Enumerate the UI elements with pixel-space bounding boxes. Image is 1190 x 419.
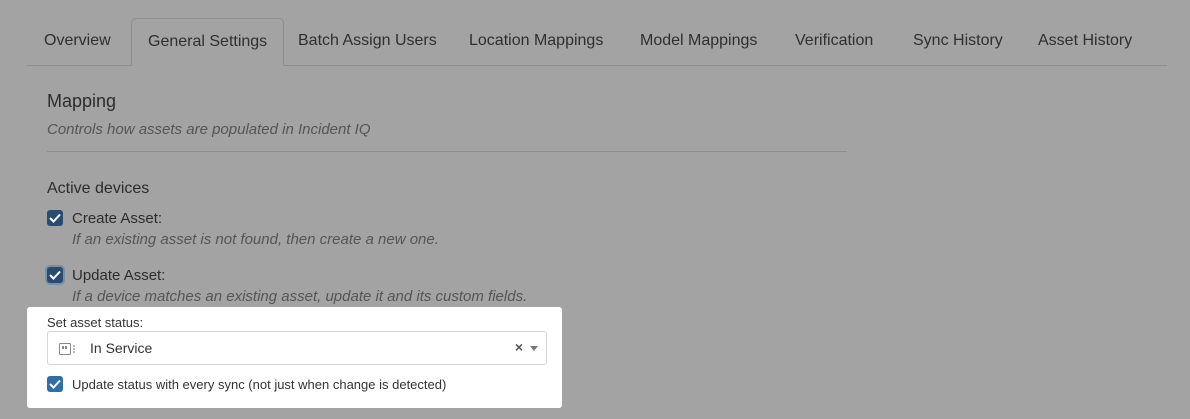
clear-icon[interactable]: ×	[515, 339, 523, 355]
tab-batch-assign-users[interactable]: Batch Assign Users	[298, 18, 437, 64]
tab-general-settings[interactable]: General Settings	[131, 18, 285, 66]
tab-verification[interactable]: Verification	[795, 18, 873, 64]
update-asset-label: Update Asset:	[72, 267, 166, 284]
asset-status-panel: Set asset status: In Service × Update st…	[27, 307, 562, 408]
tab-asset-history[interactable]: Asset History	[1038, 18, 1132, 64]
checkmark-icon	[49, 213, 61, 223]
tab-bar: Overview General Settings Batch Assign U…	[27, 18, 1167, 66]
status-icon	[59, 342, 77, 360]
update-every-sync-checkbox[interactable]	[47, 376, 63, 392]
checkmark-icon	[49, 379, 61, 389]
mapping-title: Mapping	[47, 91, 117, 111]
tab-overview[interactable]: Overview	[44, 18, 111, 64]
update-every-sync-label: Update status with every sync (not just …	[72, 377, 447, 392]
tab-location-mappings[interactable]: Location Mappings	[469, 18, 603, 64]
chevron-down-icon[interactable]	[530, 346, 538, 351]
asset-status-select[interactable]: In Service ×	[47, 331, 547, 365]
create-asset-label: Create Asset:	[72, 210, 163, 227]
tab-model-mappings[interactable]: Model Mappings	[640, 18, 757, 64]
checkmark-icon	[49, 270, 61, 280]
asset-status-label: Set asset status:	[47, 315, 144, 330]
create-asset-description: If an existing asset is not found, then …	[72, 231, 439, 248]
mapping-subtitle: Controls how assets are populated in Inc…	[47, 121, 371, 138]
tab-sync-history[interactable]: Sync History	[913, 18, 1003, 64]
active-devices-title: Active devices	[47, 180, 150, 197]
section-divider	[47, 151, 847, 152]
create-asset-checkbox[interactable]	[47, 210, 63, 226]
update-asset-description: If a device matches an existing asset, u…	[72, 288, 528, 305]
update-asset-checkbox[interactable]	[47, 267, 63, 283]
asset-status-value: In Service	[90, 340, 153, 356]
